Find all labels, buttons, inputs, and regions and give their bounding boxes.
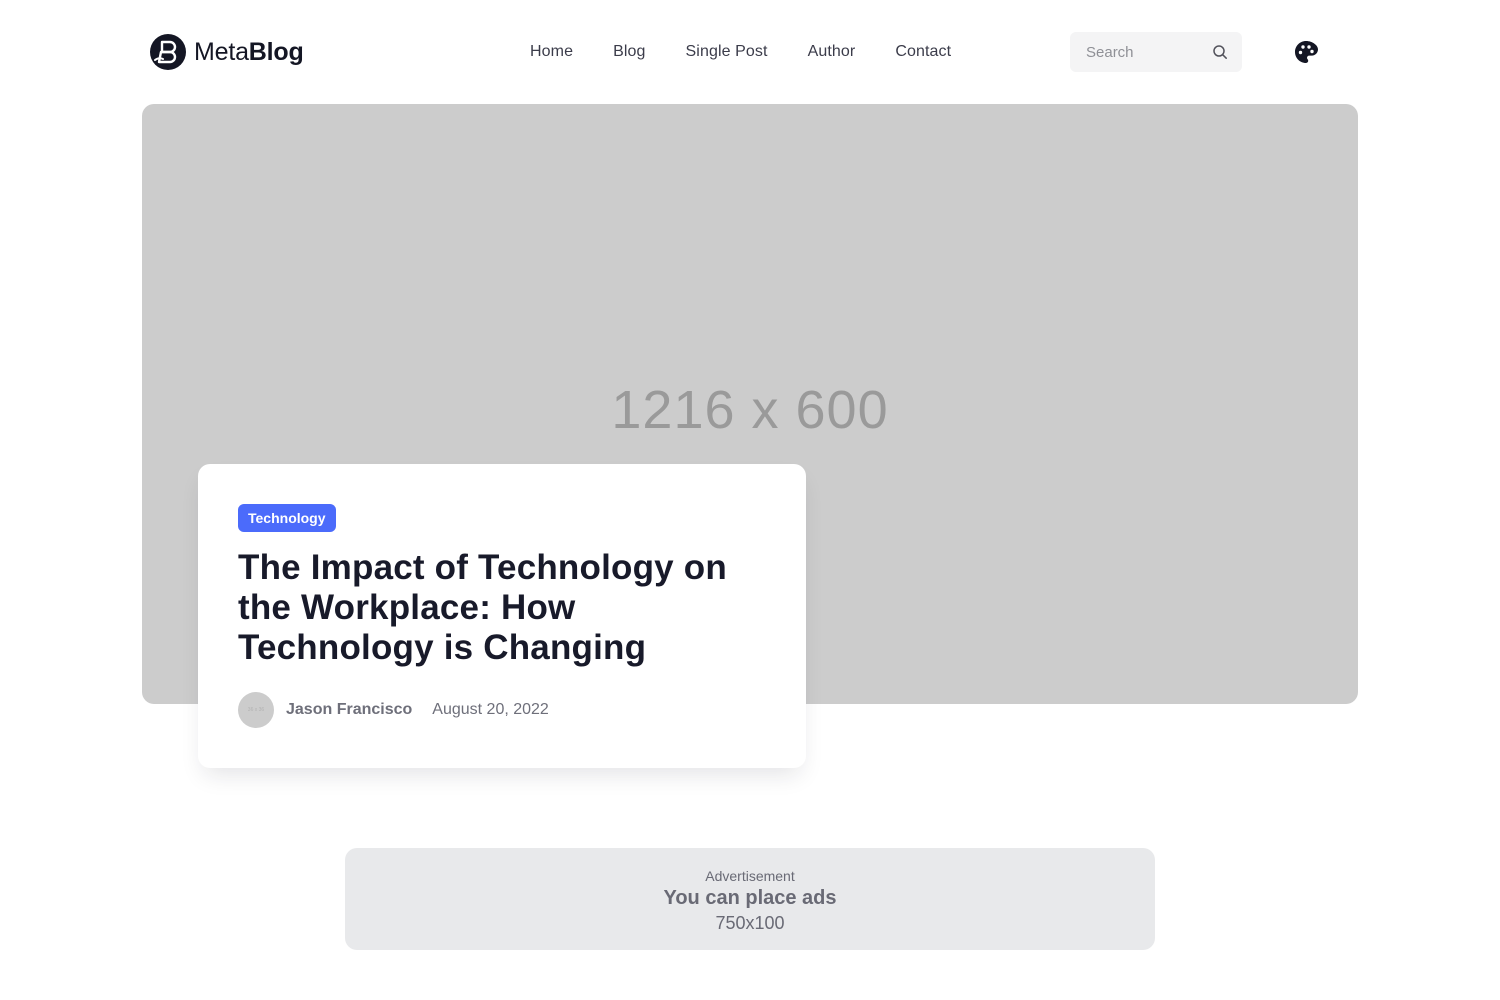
palette-icon bbox=[1295, 41, 1318, 63]
ad-size: 750x100 bbox=[715, 913, 785, 933]
nav-blog[interactable]: Blog bbox=[613, 43, 645, 60]
post-date: August 20, 2022 bbox=[432, 701, 549, 718]
nav-home[interactable]: Home bbox=[530, 43, 573, 60]
site-logo[interactable]: MetaBlog bbox=[150, 34, 304, 70]
theme-toggle-button[interactable] bbox=[1294, 40, 1318, 64]
metablog-logo-icon bbox=[150, 34, 186, 70]
search-icon[interactable] bbox=[1212, 44, 1228, 60]
post-meta: 36 x 36 Jason Francisco August 20, 2022 bbox=[238, 692, 549, 728]
logo-text-light: Meta bbox=[194, 37, 249, 66]
author-name[interactable]: Jason Francisco bbox=[286, 701, 412, 719]
nav-author[interactable]: Author bbox=[808, 43, 856, 60]
avatar-placeholder-text: 36 x 36 bbox=[247, 707, 265, 713]
search-input[interactable] bbox=[1086, 43, 1212, 61]
logo-text-bold: Blog bbox=[248, 37, 304, 66]
hero-image-placeholder-text: 1216 x 600 bbox=[611, 380, 889, 440]
author-avatar[interactable]: 36 x 36 bbox=[238, 692, 274, 728]
ad-title: You can place ads bbox=[663, 887, 837, 909]
page: MetaBlog Home Blog Single Post Author Co… bbox=[0, 0, 1500, 1000]
nav-single-post[interactable]: Single Post bbox=[686, 43, 768, 60]
featured-post-card[interactable]: Technology The Impact of Technology on t… bbox=[198, 464, 806, 768]
advertisement-banner[interactable]: Advertisement You can place ads 750x100 bbox=[345, 848, 1155, 950]
logo-wordmark: MetaBlog bbox=[194, 37, 304, 66]
search-box bbox=[1070, 32, 1242, 72]
nav-contact[interactable]: Contact bbox=[895, 43, 951, 60]
post-title[interactable]: The Impact of Technology on the Workplac… bbox=[238, 548, 766, 668]
ad-label: Advertisement bbox=[705, 868, 795, 884]
category-badge[interactable]: Technology bbox=[238, 504, 336, 532]
main-nav: Home Blog Single Post Author Contact bbox=[530, 40, 951, 64]
